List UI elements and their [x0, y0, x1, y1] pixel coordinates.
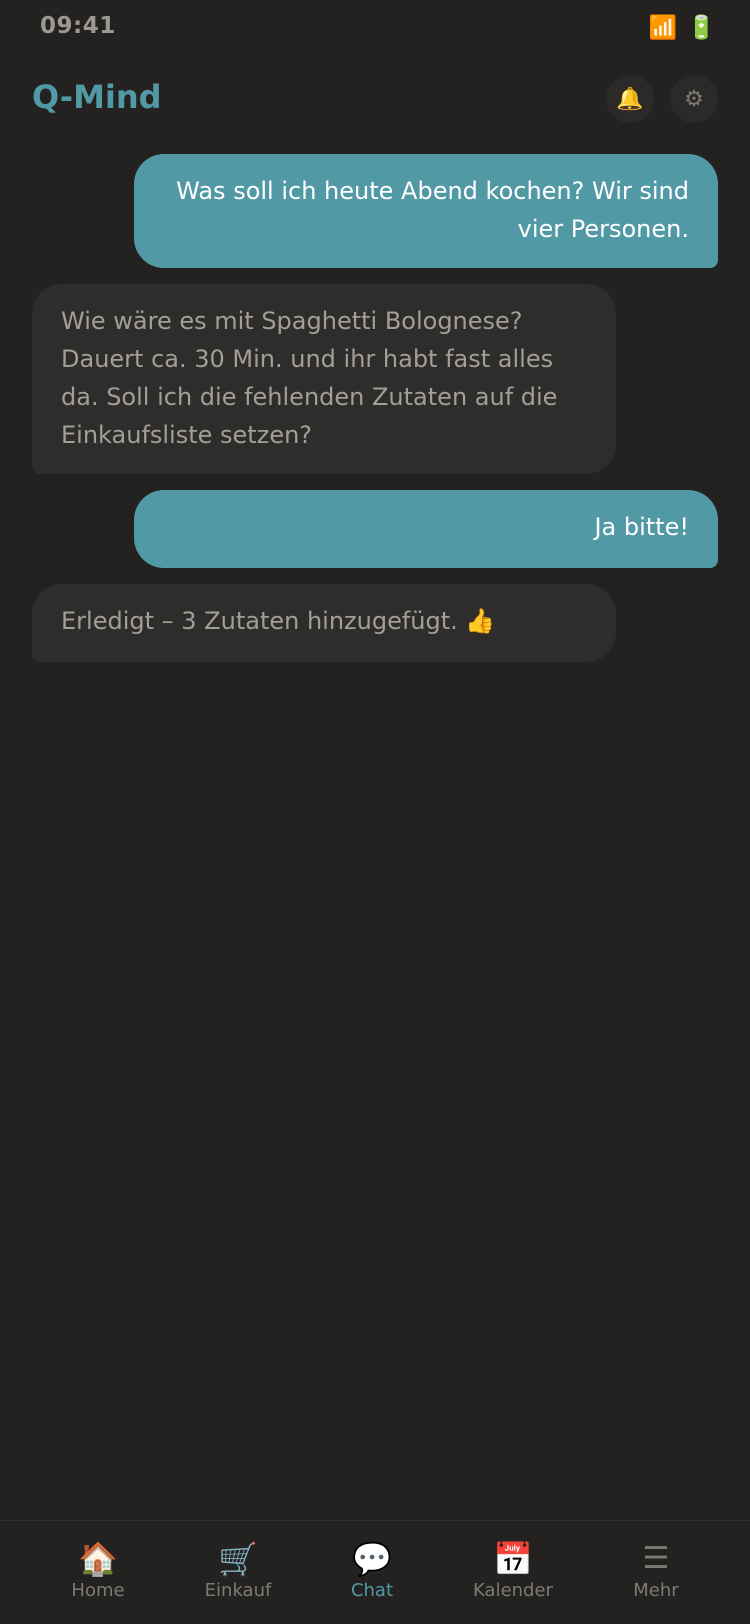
battery-icon: 🔋 — [687, 15, 716, 41]
nav-label-chat: Chat — [350, 1580, 394, 1601]
bell-icon: 🔔 — [616, 86, 644, 112]
user-message: Ja bitte! — [134, 490, 718, 568]
app-title: Q-Mind — [32, 78, 162, 116]
shopping-cart-icon: 🛒 — [218, 1540, 258, 1578]
calendar-icon: 📅 — [493, 1540, 533, 1578]
notifications-button[interactable]: 🔔 — [606, 75, 654, 123]
nav-label-kalender: Kalender — [473, 1580, 553, 1601]
nav-label-home: Home — [71, 1580, 125, 1601]
signal-icon: 📶 — [648, 15, 678, 41]
assistant-message: Erledigt – 3 Zutaten hinzugefügt. 👍 — [32, 584, 616, 662]
settings-button[interactable]: ⚙ — [670, 75, 718, 123]
status-time: 09:41 — [40, 13, 116, 39]
nav-item-mehr[interactable]: ☰ Mehr — [596, 1541, 716, 1611]
chat-screen: 09:41 📶 🔋 Q-Mind 🔔 ⚙ Was soll ich heute … — [0, 0, 750, 1624]
nav-item-kalender[interactable]: 📅 Kalender — [453, 1541, 573, 1611]
assistant-message: Wie wäre es mit Spaghetti Bolognese? Dau… — [32, 284, 616, 474]
status-icons: 📶 🔋 — [649, 13, 716, 43]
nav-item-chat[interactable]: 💬 Chat — [312, 1541, 432, 1611]
bottom-nav: 🏠 Home 🛒 Einkauf 💬 Chat 📅 Kalender ☰ Meh… — [0, 1520, 750, 1624]
app-header: Q-Mind 🔔 ⚙ — [0, 68, 750, 126]
home-icon: 🏠 — [78, 1540, 118, 1578]
gear-icon: ⚙ — [684, 86, 704, 112]
nav-item-home[interactable]: 🏠 Home — [38, 1541, 158, 1611]
chat-bubble-icon: 💬 — [352, 1540, 392, 1578]
user-message: Was soll ich heute Abend kochen? Wir sin… — [134, 154, 718, 268]
nav-label-einkauf: Einkauf — [204, 1580, 272, 1601]
nav-item-einkauf[interactable]: 🛒 Einkauf — [178, 1541, 298, 1611]
nav-label-mehr: Mehr — [633, 1580, 679, 1601]
menu-icon: ☰ — [642, 1541, 670, 1576]
status-bar: 09:41 📶 🔋 — [0, 0, 750, 56]
